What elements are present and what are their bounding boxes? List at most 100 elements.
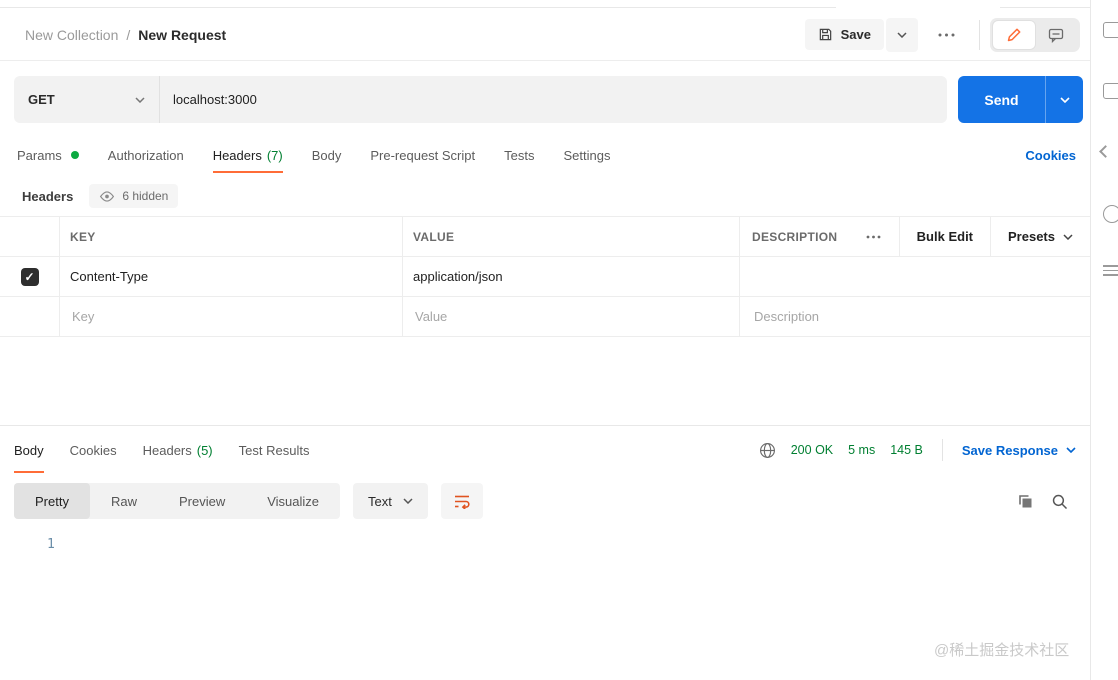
tab-body-label: Body xyxy=(311,147,342,163)
menu-icon[interactable] xyxy=(1103,265,1118,279)
response-tab-body[interactable]: Body xyxy=(14,426,44,474)
table-row: ✓ Content-Type application/json xyxy=(0,257,1090,297)
panel-icon[interactable] xyxy=(1103,83,1118,99)
breadcrumb-request-name[interactable]: New Request xyxy=(138,27,226,43)
tab-authorization-label: Authorization xyxy=(107,147,184,163)
view-mode-raw[interactable]: Raw xyxy=(90,483,158,519)
wrap-lines-button[interactable] xyxy=(440,483,483,519)
response-size[interactable]: 145 B xyxy=(890,443,923,457)
column-key: KEY xyxy=(70,229,96,244)
params-active-dot xyxy=(70,151,79,159)
collapse-panel-icon[interactable] xyxy=(1099,145,1112,158)
tab-headers[interactable]: Headers (7) xyxy=(212,136,283,174)
pencil-icon xyxy=(1006,27,1022,43)
watermark: @稀土掘金技术社区 xyxy=(934,642,1070,659)
cookies-link[interactable]: Cookies xyxy=(1025,136,1076,174)
view-mode-pretty[interactable]: Pretty xyxy=(14,483,90,519)
response-view-bar: Pretty Raw Preview Visualize Text xyxy=(14,483,1076,519)
tabstrip-edge-left xyxy=(0,0,836,8)
save-response-button[interactable]: Save Response xyxy=(962,443,1076,458)
response-tab-cookies[interactable]: Cookies xyxy=(70,426,117,474)
chevron-down-icon xyxy=(1066,447,1076,453)
value-input[interactable] xyxy=(413,308,723,325)
comments-button[interactable] xyxy=(1035,21,1077,49)
editor-mode-toggle xyxy=(990,17,1080,52)
view-mode-visualize[interactable]: Visualize xyxy=(246,483,340,519)
chevron-down-icon xyxy=(135,96,145,103)
headers-table: KEY VALUE DESCRIPTION Bulk Edit Presets xyxy=(0,216,1090,337)
response-time[interactable]: 5 ms xyxy=(848,443,875,457)
format-select-value: Text xyxy=(368,493,392,509)
editor-line-number: 1 xyxy=(47,537,55,552)
presets-button[interactable]: Presets xyxy=(990,217,1090,256)
comment-icon xyxy=(1048,27,1064,43)
description-input[interactable] xyxy=(752,308,1074,325)
globe-icon[interactable] xyxy=(759,442,776,459)
tab-params-label: Params xyxy=(17,147,62,163)
save-button-label: Save xyxy=(840,27,871,42)
response-tabs: Body Cookies Headers (5) Test Results 20… xyxy=(0,425,1090,474)
tab-headers-label: Headers xyxy=(212,147,262,163)
breadcrumb-separator: / xyxy=(126,26,131,43)
chevron-down-icon xyxy=(897,31,907,38)
tab-settings-label: Settings xyxy=(563,147,611,163)
send-button[interactable]: Send xyxy=(958,76,1083,123)
search-icon[interactable] xyxy=(1051,493,1068,510)
request-header: New Collection / New Request Save xyxy=(0,9,1090,61)
breadcrumb: New Collection / New Request xyxy=(25,27,226,43)
hidden-headers-toggle[interactable]: 6 hidden xyxy=(89,184,179,208)
header-key-value[interactable]: Content-Type xyxy=(70,269,148,284)
tab-body[interactable]: Body xyxy=(312,136,342,174)
tab-pre-request-script[interactable]: Pre-request Script xyxy=(370,136,475,174)
help-icon[interactable] xyxy=(1103,205,1118,223)
request-url-row: GET Send xyxy=(14,76,1083,123)
tab-tests-label: Tests xyxy=(504,147,535,163)
header-divider xyxy=(979,19,980,50)
key-input[interactable] xyxy=(70,308,386,325)
breadcrumb-collection[interactable]: New Collection xyxy=(25,27,118,43)
wrap-text-icon xyxy=(453,493,471,509)
status-badge[interactable]: 200 OK xyxy=(791,443,833,457)
row-checkbox[interactable]: ✓ xyxy=(20,267,39,286)
edit-mode-button[interactable] xyxy=(993,20,1035,49)
save-options-button[interactable] xyxy=(886,17,918,52)
view-mode-preview[interactable]: Preview xyxy=(158,483,246,519)
request-tabs: Params Authorization Headers (7) Body Pr… xyxy=(0,136,1090,174)
send-options-button[interactable] xyxy=(1045,76,1083,123)
headers-meta-row: Headers 6 hidden xyxy=(22,181,179,211)
hidden-headers-label: 6 hidden xyxy=(122,189,169,203)
more-dots-icon xyxy=(938,33,955,37)
format-select[interactable]: Text xyxy=(353,483,428,519)
eye-icon xyxy=(99,190,115,202)
response-tab-headers[interactable]: Headers (5) xyxy=(143,426,213,474)
empty-checkbox-cell xyxy=(0,297,60,336)
more-actions-button[interactable] xyxy=(924,25,969,45)
response-tab-headers-label: Headers xyxy=(142,442,192,458)
header-value-value[interactable]: application/json xyxy=(413,269,503,284)
table-more-button[interactable] xyxy=(848,217,899,256)
panel-icon[interactable] xyxy=(1103,22,1118,38)
view-mode-switcher: Pretty Raw Preview Visualize xyxy=(14,483,341,519)
tab-params[interactable]: Params xyxy=(17,136,79,174)
tab-authorization[interactable]: Authorization xyxy=(108,136,184,174)
column-value: VALUE xyxy=(413,229,455,244)
headers-section-title: Headers xyxy=(22,188,74,204)
table-header-row: KEY VALUE DESCRIPTION Bulk Edit Presets xyxy=(0,216,1090,257)
url-input[interactable] xyxy=(160,91,947,108)
right-sidebar-rail xyxy=(1090,0,1118,680)
response-tab-body-label: Body xyxy=(14,442,44,458)
response-tab-test-results[interactable]: Test Results xyxy=(239,426,310,474)
tab-pre-request-script-label: Pre-request Script xyxy=(370,147,476,163)
copy-icon[interactable] xyxy=(1017,493,1034,510)
save-button[interactable]: Save xyxy=(804,19,884,50)
tab-settings[interactable]: Settings xyxy=(563,136,610,174)
tab-tests[interactable]: Tests xyxy=(504,136,534,174)
tab-headers-count: (7) xyxy=(266,147,283,163)
bulk-edit-button[interactable]: Bulk Edit xyxy=(898,217,990,256)
method-select[interactable]: GET xyxy=(14,76,160,123)
table-row-empty xyxy=(0,297,1090,337)
response-tab-cookies-label: Cookies xyxy=(69,442,117,458)
bulk-edit-label: Bulk Edit xyxy=(916,229,974,244)
response-tab-test-results-label: Test Results xyxy=(238,442,310,458)
response-tab-headers-count: (5) xyxy=(196,442,213,458)
